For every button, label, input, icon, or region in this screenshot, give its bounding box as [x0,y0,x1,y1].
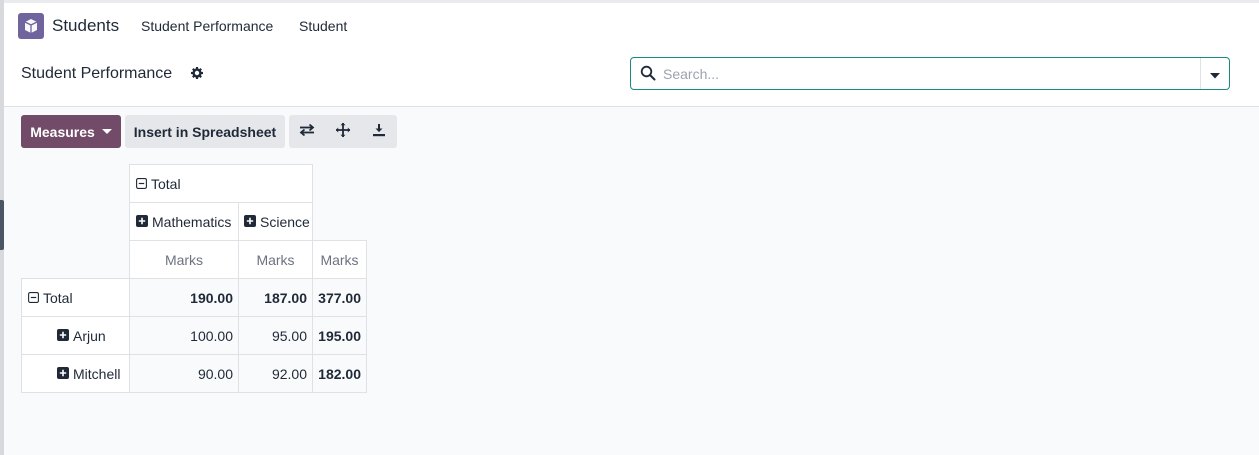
flip-axis-icon [299,123,315,140]
col-header-total[interactable]: Total [129,164,313,203]
search-input[interactable] [663,62,1193,86]
row-header-total-label: Total [43,289,73,306]
pivot-actions-group [289,115,397,148]
pivot-cell-total[interactable]: 182.00 [312,354,367,393]
download-button[interactable] [361,115,397,148]
plus-square-icon [57,366,69,382]
row-header-arjun[interactable]: Arjun [21,316,130,355]
col-header-science[interactable]: Science [238,202,313,241]
minus-square-icon [28,290,39,306]
plus-square-icon [136,214,148,230]
search-box [630,57,1230,90]
flip-axis-button[interactable] [289,115,325,148]
measure-header-science[interactable]: Marks [238,240,313,279]
pivot-cell[interactable]: 190.00 [129,278,239,317]
page-title: Student Performance [21,65,173,82]
search-options-toggle[interactable] [1200,58,1229,89]
measure-header-mathematics[interactable]: Marks [129,240,239,279]
row-header-mitchell-label: Mitchell [73,365,121,382]
row-header-mitchell[interactable]: Mitchell [21,354,130,393]
minus-square-icon [136,176,147,192]
app-name[interactable]: Students [52,16,119,36]
row-header-arjun-label: Arjun [73,327,106,344]
measures-button[interactable]: Measures [21,115,121,148]
pivot-cell[interactable]: 95.00 [238,316,313,355]
app-cube-icon[interactable] [18,13,44,39]
caret-down-icon [101,129,112,134]
plus-square-icon [57,328,69,344]
left-edge-handle [0,200,4,250]
top-navbar: Students Student Performance Student [4,3,1259,49]
plus-square-icon [244,214,256,230]
col-header-mathematics[interactable]: Mathematics [129,202,239,241]
measures-label: Measures [30,123,95,140]
pivot-cell[interactable]: 90.00 [129,354,239,393]
measure-header-total[interactable]: Marks [312,240,367,279]
control-panel: Student Performance [4,49,1259,107]
expand-all-button[interactable] [325,115,361,148]
download-icon [372,123,386,140]
menu-item-student[interactable]: Student [299,18,347,34]
pivot-cell[interactable]: 100.00 [129,316,239,355]
expand-all-icon [335,122,351,141]
insert-in-spreadsheet-button[interactable]: Insert in Spreadsheet [125,115,285,148]
col-header-total-label: Total [151,175,181,192]
pivot-cell-total[interactable]: 195.00 [312,316,367,355]
col-header-science-label: Science [260,213,310,230]
search-icon [640,65,656,84]
chevron-down-icon [1210,66,1220,82]
gear-icon[interactable] [191,66,203,82]
row-header-total[interactable]: Total [21,278,130,317]
menu-item-student-performance[interactable]: Student Performance [141,18,273,34]
pivot-cell-total[interactable]: 377.00 [312,278,367,317]
col-header-mathematics-label: Mathematics [152,213,232,230]
pivot-cell[interactable]: 92.00 [238,354,313,393]
pivot-cell[interactable]: 187.00 [238,278,313,317]
